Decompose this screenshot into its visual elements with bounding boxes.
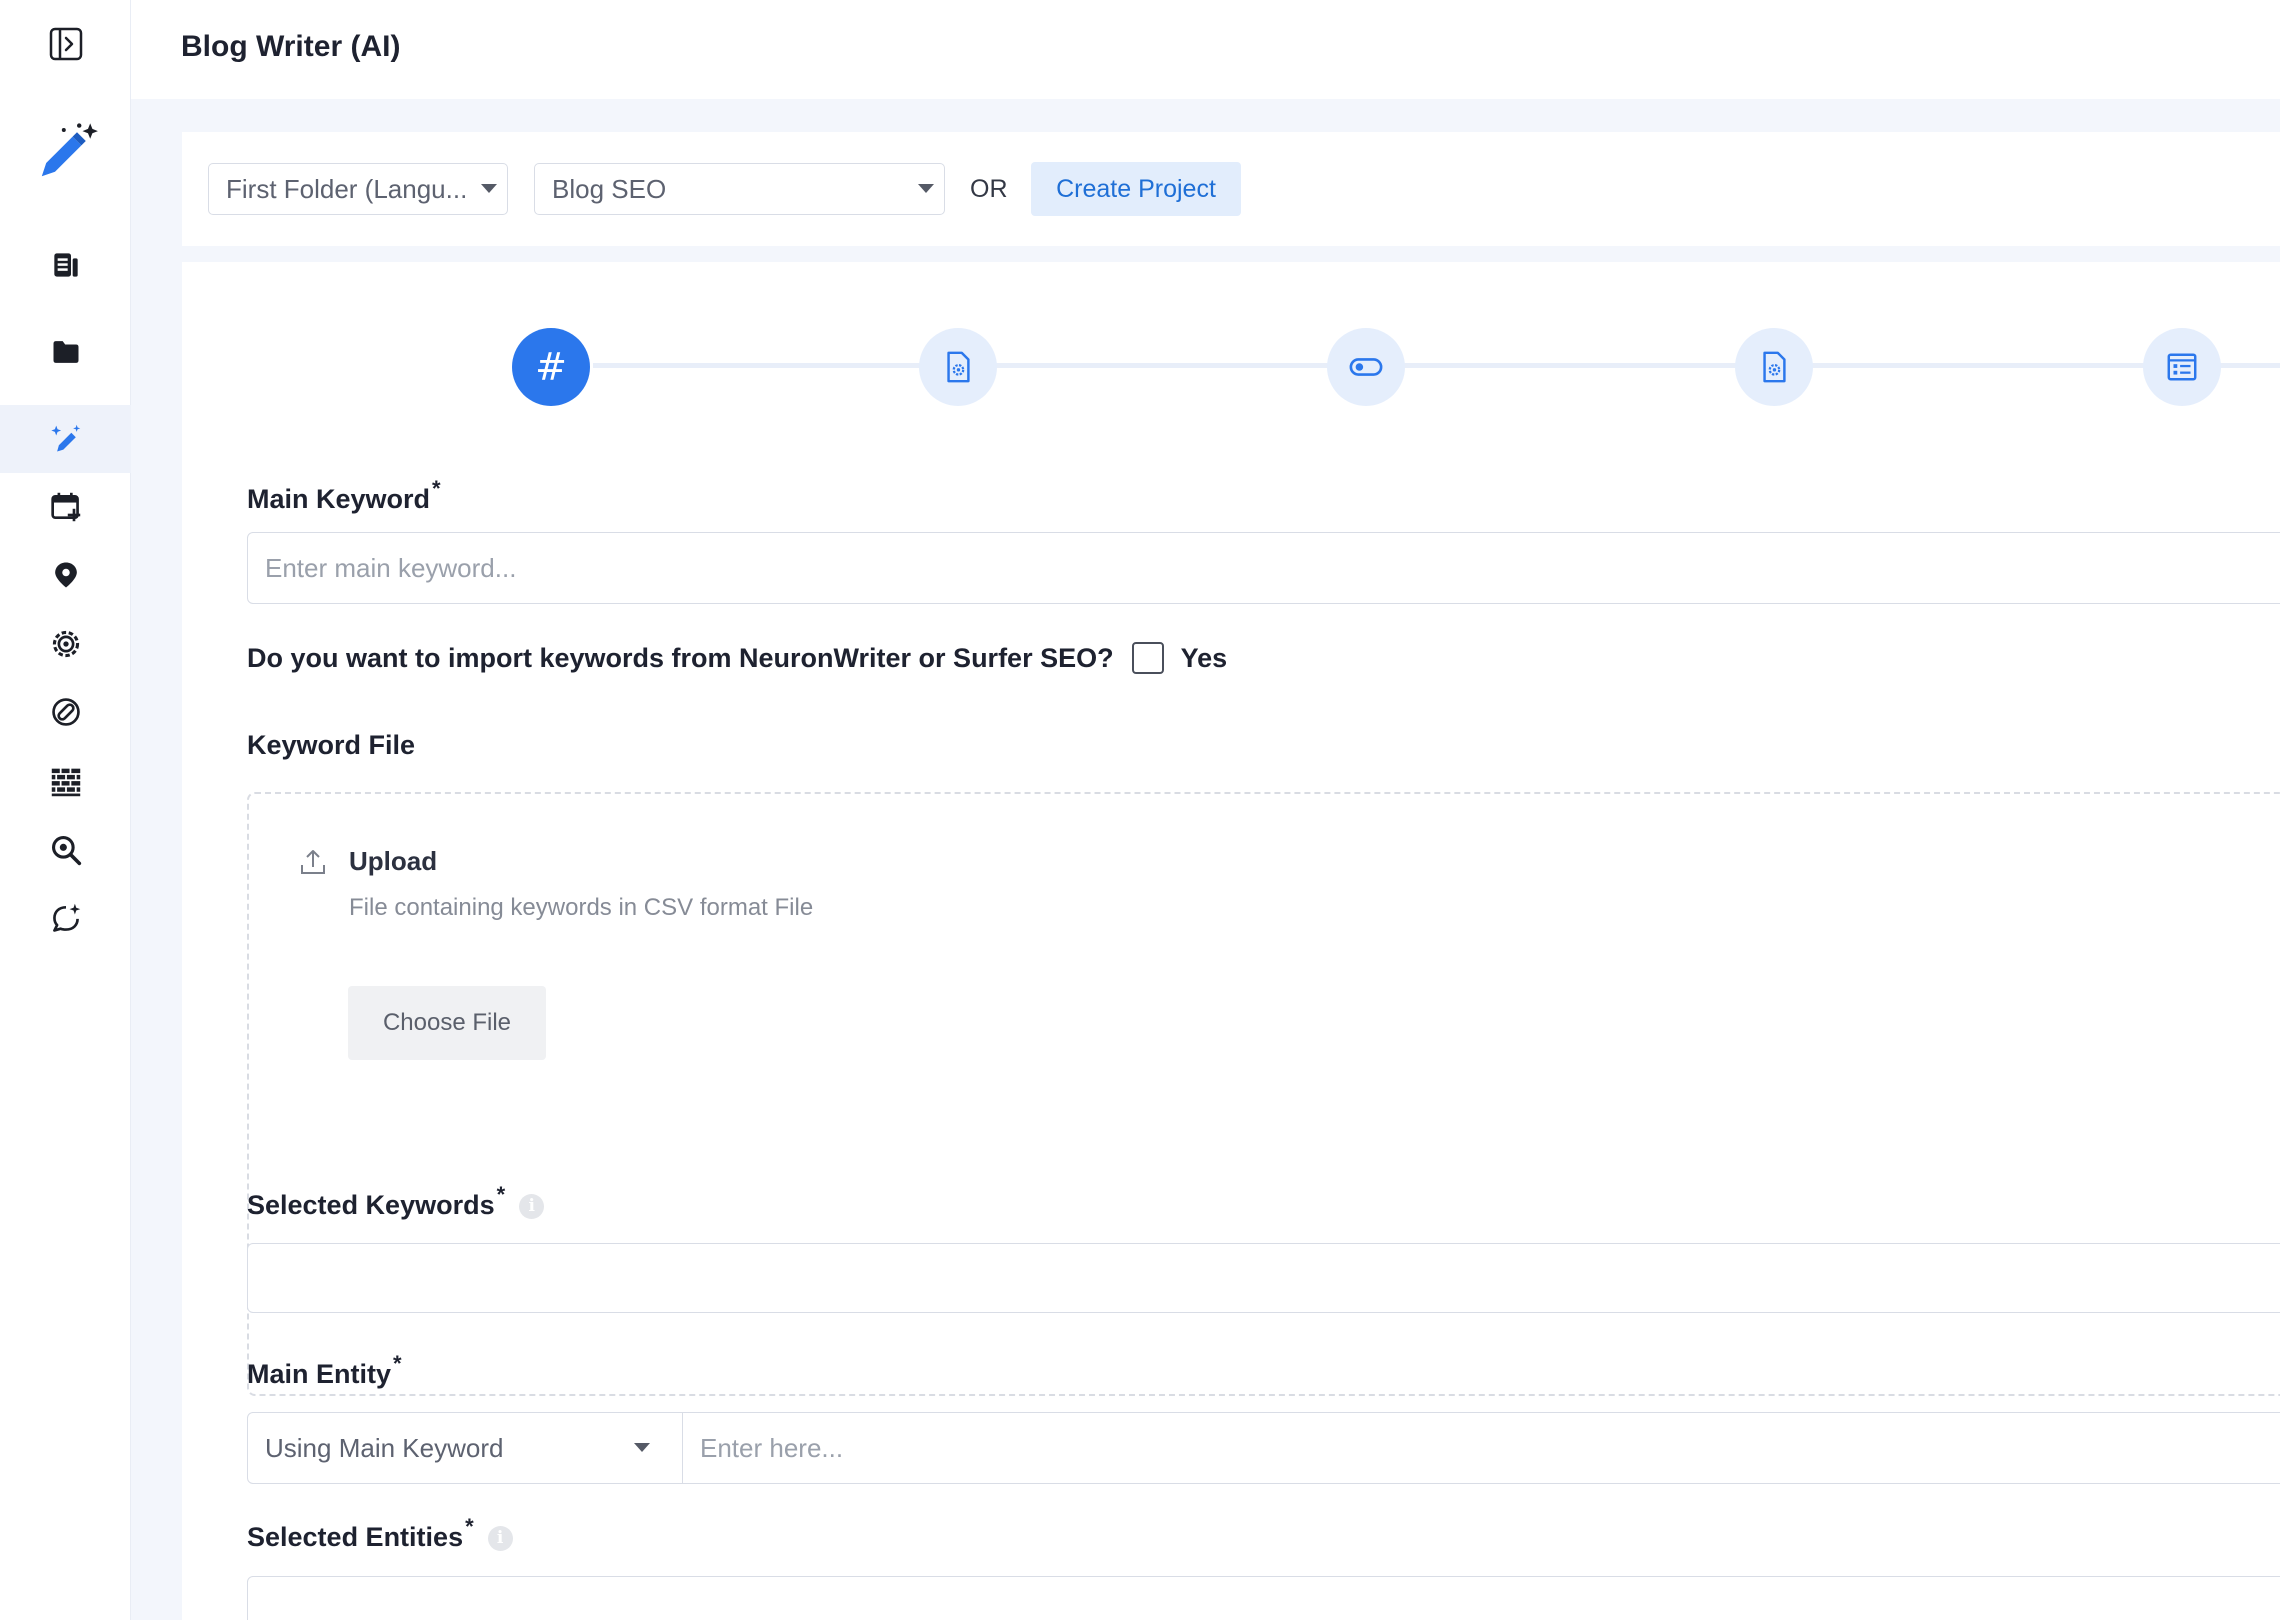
chat-sparkle-icon bbox=[52, 903, 80, 932]
settings-cog-icon bbox=[52, 630, 79, 658]
sidebar-item-settings[interactable] bbox=[0, 612, 131, 676]
import-keywords-checkbox[interactable] bbox=[1131, 642, 1164, 674]
info-icon[interactable]: i bbox=[519, 1194, 545, 1220]
step-keywords[interactable]: # bbox=[512, 328, 590, 406]
magic-pen-icon bbox=[41, 123, 98, 177]
sidebar-item-chat[interactable] bbox=[0, 886, 131, 950]
main-keyword-label: Main Keyword* bbox=[247, 476, 441, 515]
sidebar bbox=[0, 0, 131, 1620]
calendar-add-icon bbox=[50, 492, 80, 522]
search-analyze-icon bbox=[51, 836, 81, 866]
required-marker: * bbox=[432, 476, 441, 501]
sidebar-item-research[interactable] bbox=[0, 818, 131, 882]
sidebar-toggle-icon bbox=[49, 27, 82, 61]
ai-writer-icon bbox=[50, 424, 80, 452]
main-keyword-label-text: Main Keyword bbox=[247, 484, 431, 514]
list-document-icon bbox=[2167, 353, 2197, 381]
upload-description: File containing keywords in CSV format F… bbox=[349, 894, 814, 921]
sidebar-logo[interactable] bbox=[0, 112, 131, 192]
import-keywords-question-text: Do you want to import keywords from Neur… bbox=[247, 642, 1114, 673]
selected-entities-label: Selected Entities* i bbox=[247, 1514, 513, 1553]
import-keywords-yes-label[interactable]: Yes bbox=[1181, 643, 1228, 674]
selected-entities-input[interactable] bbox=[247, 1576, 2280, 1620]
upload-icon bbox=[301, 850, 325, 874]
sidebar-item-ai-writer[interactable] bbox=[0, 405, 131, 473]
sidebar-item-folders[interactable] bbox=[0, 320, 131, 384]
selected-keywords-input[interactable] bbox=[247, 1243, 2280, 1313]
folder-select-value: First Folder (Langu... bbox=[226, 173, 468, 204]
project-bar: First Folder (Langu... Blog SEO OR Creat… bbox=[182, 132, 2280, 246]
main-keyword-input[interactable] bbox=[247, 532, 2280, 604]
main-entity-label-text: Main Entity bbox=[247, 1359, 392, 1389]
step-5[interactable] bbox=[2143, 328, 2221, 406]
hashtag-icon: # bbox=[535, 345, 567, 389]
main-entity-source-value: Using Main Keyword bbox=[265, 1432, 504, 1463]
import-keywords-question: Do you want to import keywords from Neur… bbox=[247, 642, 1227, 674]
project-select[interactable]: Blog SEO bbox=[534, 163, 945, 215]
choose-file-button[interactable]: Choose File bbox=[348, 986, 546, 1060]
keyword-file-label: Keyword File bbox=[247, 730, 416, 760]
sidebar-toggle-button[interactable] bbox=[0, 12, 131, 76]
or-label: OR bbox=[970, 175, 1008, 203]
article-icon bbox=[53, 253, 78, 277]
location-pin-icon bbox=[54, 562, 77, 588]
required-marker: * bbox=[496, 1182, 506, 1207]
toggle-icon bbox=[1349, 358, 1383, 376]
folder-icon bbox=[53, 341, 78, 363]
sidebar-item-calendar[interactable] bbox=[0, 475, 131, 539]
top-header: Blog Writer (AI) bbox=[131, 0, 2280, 99]
document-settings-icon bbox=[1763, 351, 1786, 383]
selected-keywords-label: Selected Keywords* i bbox=[247, 1182, 545, 1221]
main-entity-source-select[interactable]: Using Main Keyword bbox=[247, 1412, 683, 1484]
main-entity-label: Main Entity* bbox=[247, 1351, 402, 1390]
chevron-down-icon bbox=[481, 184, 497, 193]
create-project-button[interactable]: Create Project bbox=[1031, 162, 1241, 216]
info-icon[interactable]: i bbox=[487, 1526, 513, 1552]
sidebar-item-location[interactable] bbox=[0, 543, 131, 607]
document-settings-icon bbox=[947, 351, 970, 383]
chevron-down-icon bbox=[918, 184, 934, 193]
stepper-track bbox=[593, 363, 2280, 368]
step-4[interactable] bbox=[1735, 328, 1813, 406]
main-entity-input[interactable] bbox=[682, 1412, 2280, 1484]
step-3[interactable] bbox=[1327, 328, 1405, 406]
upload-title: Upload bbox=[349, 846, 438, 876]
link-icon bbox=[51, 698, 80, 726]
sidebar-item-links[interactable] bbox=[0, 680, 131, 744]
required-marker: * bbox=[465, 1514, 474, 1539]
chevron-down-icon bbox=[634, 1443, 650, 1452]
project-select-value: Blog SEO bbox=[552, 173, 667, 204]
folder-select[interactable]: First Folder (Langu... bbox=[208, 163, 508, 215]
selected-keywords-label-text: Selected Keywords bbox=[247, 1190, 495, 1220]
selected-entities-label-text: Selected Entities bbox=[247, 1522, 464, 1552]
page-title: Blog Writer (AI) bbox=[181, 30, 401, 63]
step-2[interactable] bbox=[919, 328, 997, 406]
sidebar-item-backlinks[interactable] bbox=[0, 750, 131, 814]
sidebar-item-articles[interactable] bbox=[0, 233, 131, 297]
brick-wall-icon bbox=[51, 768, 80, 797]
required-marker: * bbox=[393, 1351, 402, 1376]
blog-writer-form-card: # Main Keyword* Enter main keyword... Do… bbox=[182, 262, 2280, 1620]
